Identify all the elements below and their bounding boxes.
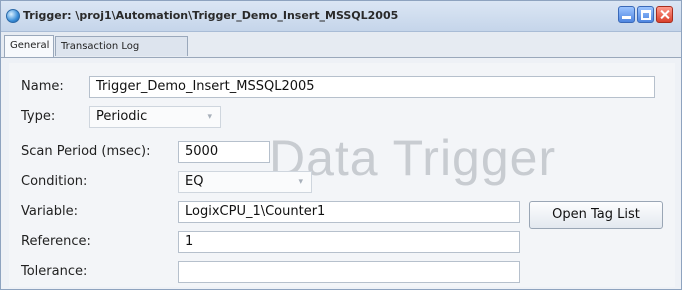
watermark-text: Data Trigger bbox=[269, 130, 557, 186]
scan-period-label: Scan Period (msec): bbox=[21, 144, 151, 159]
close-icon[interactable] bbox=[656, 6, 673, 23]
variable-label: Variable: bbox=[21, 204, 79, 219]
window-title: Trigger: \proj1\Automation\Trigger_Demo_… bbox=[23, 9, 399, 22]
reference-field[interactable]: 1 bbox=[178, 231, 520, 253]
maximize-icon[interactable] bbox=[637, 6, 654, 23]
minimize-icon[interactable] bbox=[618, 6, 635, 23]
reference-label: Reference: bbox=[21, 234, 91, 249]
tab-general[interactable]: General bbox=[4, 35, 54, 57]
type-select[interactable]: Periodic ▾ bbox=[89, 106, 221, 128]
type-select-value: Periodic bbox=[96, 109, 148, 124]
condition-select[interactable]: EQ ▾ bbox=[178, 171, 312, 193]
open-tag-list-button[interactable]: Open Tag List bbox=[529, 201, 663, 229]
app-icon bbox=[6, 9, 20, 23]
chevron-down-icon: ▾ bbox=[298, 177, 303, 187]
name-field[interactable]: Trigger_Demo_Insert_MSSQL2005 bbox=[89, 76, 655, 98]
tab-bar: General Transaction Log bbox=[1, 32, 681, 58]
condition-label: Condition: bbox=[21, 174, 88, 189]
scan-period-field[interactable]: 5000 bbox=[178, 141, 270, 163]
tolerance-field[interactable] bbox=[178, 261, 520, 283]
chevron-down-icon: ▾ bbox=[207, 112, 212, 122]
tolerance-label: Tolerance: bbox=[21, 264, 88, 279]
condition-select-value: EQ bbox=[185, 174, 204, 189]
trigger-window: Trigger: \proj1\Automation\Trigger_Demo_… bbox=[0, 0, 682, 290]
type-label: Type: bbox=[21, 109, 56, 124]
title-bar[interactable]: Trigger: \proj1\Automation\Trigger_Demo_… bbox=[1, 1, 681, 32]
tab-transaction-log[interactable]: Transaction Log bbox=[55, 36, 188, 56]
variable-field[interactable]: LogixCPU_1\Counter1 bbox=[178, 201, 520, 223]
name-label: Name: bbox=[21, 79, 64, 94]
general-panel: Data Trigger Name: Trigger_Demo_Insert_M… bbox=[9, 63, 675, 287]
